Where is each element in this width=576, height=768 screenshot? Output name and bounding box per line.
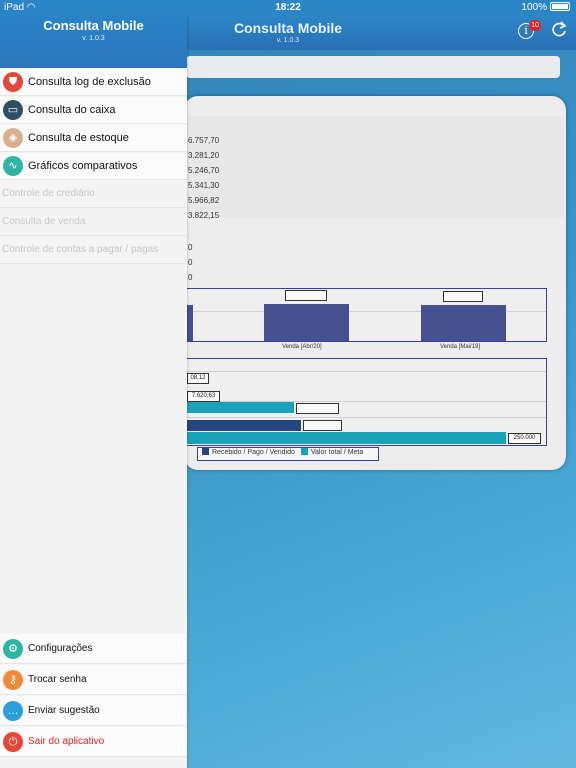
legend-label: Recebido / Pago / Vendido — [212, 449, 295, 456]
cash-register-icon: ▭ — [3, 100, 23, 120]
horizontal-bar — [185, 402, 294, 413]
summary-value: 3.281,20 — [188, 151, 220, 160]
legend-label: Valor total / Meta — [310, 449, 364, 456]
chart-bar — [264, 304, 349, 341]
horizontal-bar — [185, 432, 506, 444]
chat-bubble-icon: … — [3, 701, 23, 721]
menu-item-sair[interactable]: ⏻ Sair do aplicativo — [0, 727, 187, 757]
settings-sliders-icon: ⚙ — [3, 639, 23, 659]
bar-data-label — [303, 420, 342, 431]
menu-item-trocar-senha[interactable]: ⚷ Trocar senha — [0, 665, 187, 695]
menu-item-label: Gráficos comparativos — [28, 160, 138, 172]
menu-item-label: Consulta do caixa — [28, 104, 116, 116]
legend-swatch — [202, 448, 209, 455]
menu-item-caixa[interactable]: ▭ Consulta do caixa — [0, 97, 187, 124]
bar-value-label — [443, 291, 483, 302]
summary-value: 3.822,15 — [188, 211, 220, 220]
app-version: v. 1.0.3 — [276, 37, 300, 44]
menu-item-label: Configurações — [28, 643, 93, 654]
summary-value: 5.246,70 — [188, 166, 220, 175]
horizontal-bar-chart: 08.12 7.620,63 250.000 — [184, 358, 547, 446]
gridline — [185, 417, 546, 418]
bar-data-label — [296, 403, 339, 414]
menu-item-label: Consulta de venda — [2, 216, 86, 227]
bar-data-label: 08.12 — [187, 373, 209, 384]
menu-item-label: Controle de contas a pagar / pagas — [2, 244, 159, 255]
side-menu-title: Consulta Mobile — [43, 18, 144, 33]
menu-item-venda: Consulta de venda — [0, 209, 187, 236]
summary-zero: 0 — [188, 243, 193, 252]
status-bar: iPad ◠ 18:22 100% — [0, 0, 576, 16]
summary-value: 6.757,70 — [188, 136, 220, 145]
horizontal-bar — [185, 420, 301, 431]
menu-item-contas: Controle de contas a pagar / pagas — [0, 237, 187, 264]
wave-chart-icon: ∿ — [3, 156, 23, 176]
side-menu: Consulta Mobile v. 1.0.3 ⛊ Consulta log … — [0, 0, 187, 768]
bar-value-label — [285, 290, 327, 301]
chart-legend: Recebido / Pago / Vendido Valor total / … — [197, 447, 379, 461]
x-tick-label: Venda [Abr/20] — [282, 344, 322, 350]
bar-chart: Venda [Abr/20] Venda [Mai/19] — [184, 288, 547, 350]
bar-data-label: 7.620,63 — [187, 391, 220, 402]
clock: 18:22 — [275, 2, 301, 13]
menu-item-estoque[interactable]: ◈ Consulta de estoque — [0, 125, 187, 152]
summary-zero: 0 — [188, 273, 193, 282]
notification-badge: 10 — [529, 20, 541, 31]
menu-item-label: Controle de crediário — [2, 188, 95, 199]
chart-bar — [421, 305, 506, 341]
menu-item-label: Trocar senha — [28, 674, 87, 685]
refresh-icon[interactable] — [549, 20, 569, 40]
summary-value: 5.966,82 — [188, 196, 220, 205]
menu-item-graficos[interactable]: ∿ Gráficos comparativos — [0, 153, 187, 180]
menu-item-label: Consulta de estoque — [28, 132, 129, 144]
menu-item-log-exclusao[interactable]: ⛊ Consulta log de exclusão — [0, 69, 187, 96]
gridline — [185, 371, 546, 372]
summary-zero: 0 — [188, 258, 193, 267]
battery-indicator: 100% — [521, 2, 570, 13]
battery-icon — [550, 2, 570, 11]
legend-swatch — [300, 448, 308, 455]
shield-icon: ⛊ — [3, 72, 23, 92]
menu-item-sugestao[interactable]: … Enviar sugestão — [0, 696, 187, 726]
side-menu-version: v. 1.0.3 — [82, 35, 105, 42]
menu-item-label: Consulta log de exclusão — [28, 76, 151, 88]
key-icon: ⚷ — [3, 670, 23, 690]
summary-value: 5.341,30 — [188, 181, 220, 190]
menu-item-crediario: Controle de crediário — [0, 181, 187, 208]
bar-data-label: 250.000 — [508, 433, 541, 444]
menu-item-label: Enviar sugestão — [28, 705, 100, 716]
menu-item-label: Sair do aplicativo — [28, 736, 105, 747]
app-title: Consulta Mobile — [233, 20, 343, 36]
stack-icon: ◈ — [3, 128, 23, 148]
search-field[interactable] — [186, 56, 560, 78]
power-icon: ⏻ — [3, 732, 23, 752]
menu-item-configuracoes[interactable]: ⚙ Configurações — [0, 634, 187, 664]
summary-band — [184, 116, 564, 218]
x-tick-label: Venda [Mai/19] — [440, 344, 481, 350]
